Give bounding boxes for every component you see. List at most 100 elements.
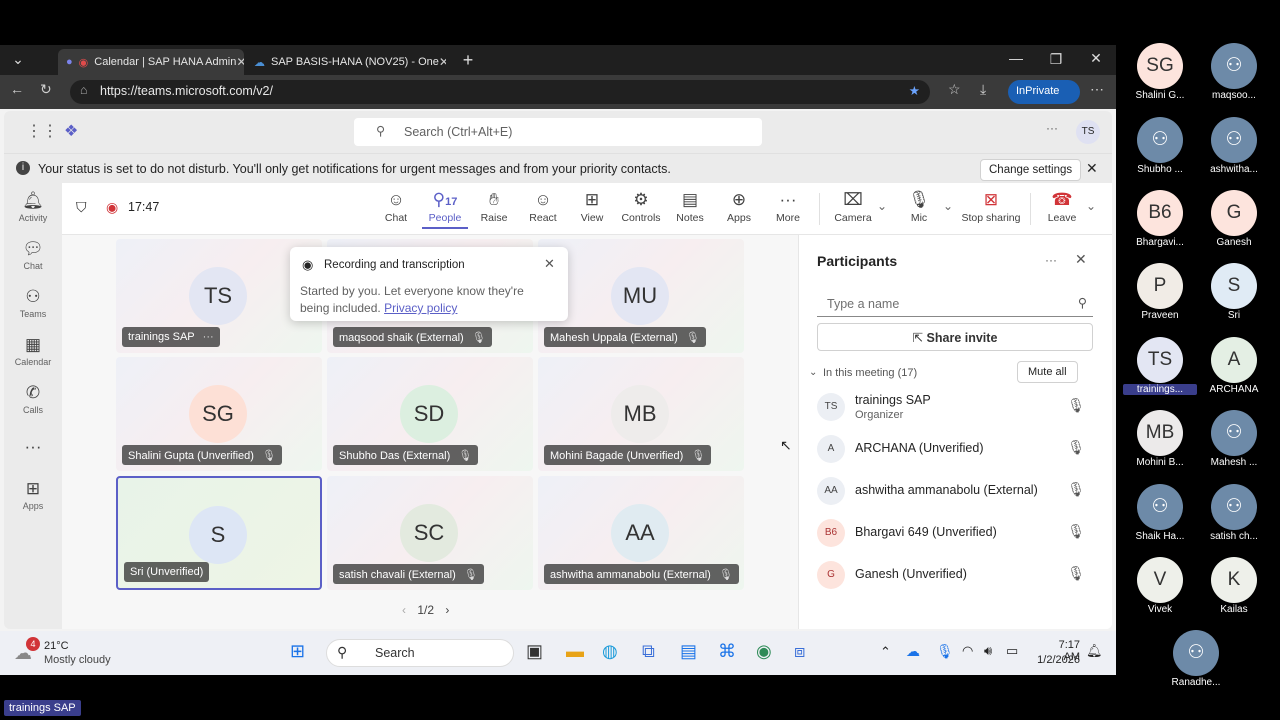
gallery-participant[interactable]: ⚇ Ranadhe... bbox=[1172, 630, 1220, 688]
close-tab-icon[interactable]: ✕ bbox=[236, 55, 244, 69]
stop-sharing-button[interactable]: ⊠ Stop sharing bbox=[960, 190, 1022, 224]
video-tile[interactable]: SG Shalini Gupta (Unverified) 🎙︎ bbox=[116, 357, 322, 471]
globe-app-icon[interactable]: ◉ bbox=[756, 641, 772, 662]
close-notice-icon[interactable]: ✕ bbox=[1086, 160, 1098, 177]
video-tile[interactable]: MB Mohini Bagade (Unverified) 🎙︎ bbox=[538, 357, 744, 471]
inprivate-badge[interactable]: InPrivate bbox=[1008, 80, 1080, 104]
tab-onenote[interactable]: ☁ SAP BASIS-HANA (NOV25) - One ✕ bbox=[246, 49, 446, 75]
taskbar-search[interactable]: ⚲ Search bbox=[326, 639, 514, 667]
video-tile[interactable]: SC satish chavali (External) 🎙︎ bbox=[327, 476, 533, 590]
onedrive-icon[interactable]: ☁ bbox=[906, 643, 920, 660]
clock-date[interactable]: 1/2/2026 bbox=[1034, 654, 1080, 666]
notes-button[interactable]: ▤ Notes bbox=[667, 190, 713, 224]
participant-row[interactable]: A ARCHANA (Unverified) 🎙︎ bbox=[817, 431, 1097, 467]
gallery-participant[interactable]: P Praveen bbox=[1137, 263, 1183, 321]
rail-apps[interactable]: ⊞ Apps bbox=[4, 479, 62, 511]
volume-icon[interactable]: 🔊︎ bbox=[984, 643, 992, 659]
participant-row[interactable]: AA ashwitha ammanabolu (External) 🎙︎ bbox=[817, 473, 1097, 509]
raise-hand-button[interactable]: ✋︎ Raise bbox=[471, 190, 517, 224]
close-panel-icon[interactable]: ✕ bbox=[1075, 251, 1087, 268]
gallery-participant[interactable]: V Vivek bbox=[1137, 557, 1183, 615]
back-icon[interactable]: ← bbox=[10, 81, 24, 97]
favorite-star-icon[interactable]: ★ bbox=[909, 83, 920, 98]
gallery-participant[interactable]: G Ganesh bbox=[1211, 190, 1257, 248]
mic-options-icon[interactable]: ⌄ bbox=[943, 199, 953, 213]
chat-button[interactable]: ☺ Chat bbox=[373, 190, 419, 224]
video-tile-active[interactable]: S Sri (Unverified) bbox=[116, 476, 322, 590]
gallery-participant[interactable]: B6 Bhargavi... bbox=[1136, 190, 1184, 248]
prev-page-icon[interactable]: ‹ bbox=[402, 603, 406, 617]
video-tile[interactable]: SD Shubho Das (External) 🎙︎ bbox=[327, 357, 533, 471]
gallery-participant[interactable]: ⚇ Mahesh ... bbox=[1211, 410, 1257, 468]
gallery-participant[interactable]: ⚇ Shaik Ha... bbox=[1136, 484, 1184, 542]
edge-icon[interactable]: ◍ bbox=[602, 641, 618, 662]
mic-tray-icon[interactable]: 🎙︎ bbox=[936, 643, 954, 660]
gallery-participant[interactable]: A ARCHANA bbox=[1210, 337, 1258, 395]
share-invite-button[interactable]: ⇱ Share invite bbox=[817, 323, 1093, 351]
gallery-participant[interactable]: ⚇ ashwitha... bbox=[1210, 117, 1258, 175]
favorites-icon[interactable]: ☆ bbox=[948, 81, 961, 98]
close-tab-icon[interactable]: ✕ bbox=[439, 55, 446, 69]
gallery-participant[interactable]: ⚇ satish ch... bbox=[1210, 484, 1258, 542]
change-settings-button[interactable]: Change settings bbox=[980, 159, 1082, 181]
app-launcher-icon[interactable]: ⋮⋮ bbox=[26, 121, 58, 141]
participant-search-input[interactable]: Type a name ⚲ bbox=[817, 289, 1093, 317]
task-view-icon[interactable]: ▣ bbox=[526, 641, 543, 662]
close-popup-icon[interactable]: ✕ bbox=[544, 256, 555, 272]
leave-button[interactable]: ☎ Leave bbox=[1039, 190, 1085, 224]
apps-button[interactable]: ⊕ Apps bbox=[716, 190, 762, 224]
collapse-icon[interactable]: ⌄ bbox=[809, 367, 817, 378]
leave-options-icon[interactable]: ⌄ bbox=[1086, 199, 1096, 213]
gallery-participant[interactable]: SG Shalini G... bbox=[1136, 43, 1184, 101]
network-tool-icon[interactable]: ⌘ bbox=[718, 641, 736, 662]
rail-teams[interactable]: ⚇ Teams bbox=[4, 287, 62, 319]
gallery-participant[interactable]: ⚇ Shubho ... bbox=[1137, 117, 1183, 175]
panel-more-icon[interactable]: ··· bbox=[1045, 253, 1057, 267]
view-button[interactable]: ⊞ View bbox=[569, 190, 615, 224]
rail-chat[interactable]: 💬︎ Chat bbox=[4, 239, 62, 271]
gallery-participant[interactable]: MB Mohini B... bbox=[1136, 410, 1184, 468]
more-button[interactable]: ··· More bbox=[765, 190, 811, 224]
mute-all-button[interactable]: Mute all bbox=[1017, 361, 1078, 383]
minimize-icon[interactable]: — bbox=[1006, 50, 1026, 66]
close-window-icon[interactable]: ✕ bbox=[1086, 50, 1106, 67]
participant-row[interactable]: B6 Bhargavi 649 (Unverified) 🎙︎ bbox=[817, 515, 1097, 551]
react-button[interactable]: ☺ React bbox=[520, 190, 566, 224]
tray-expand-icon[interactable]: ⌃ bbox=[880, 644, 891, 660]
next-page-icon[interactable]: › bbox=[445, 603, 449, 617]
refresh-icon[interactable]: ↻ bbox=[40, 81, 52, 98]
people-button[interactable]: ⚲17 People bbox=[422, 190, 468, 229]
downloads-icon[interactable]: ⤓ bbox=[980, 81, 986, 98]
gallery-participant[interactable]: K Kailas bbox=[1211, 557, 1257, 615]
start-icon[interactable]: ⊞ bbox=[290, 641, 305, 662]
notification-icon[interactable]: 🔔︎ bbox=[1086, 643, 1103, 659]
participant-row[interactable]: G Ganesh (Unverified) 🎙︎ bbox=[817, 557, 1097, 593]
battery-icon[interactable]: ▭ bbox=[1006, 643, 1018, 659]
rail-more[interactable]: ··· bbox=[4, 437, 62, 459]
video-tile[interactable]: MU Mahesh Uppala (External) 🎙︎ bbox=[538, 239, 744, 353]
gallery-participant-active[interactable]: TS trainings... bbox=[1123, 337, 1197, 395]
gallery-participant[interactable]: ⚇ maqsoo... bbox=[1211, 43, 1257, 101]
restore-icon[interactable]: ❐ bbox=[1046, 51, 1066, 68]
remote-desktop-icon[interactable]: ⧉ bbox=[642, 641, 655, 662]
gallery-participant[interactable]: S Sri bbox=[1211, 263, 1257, 321]
tab-actions-icon[interactable]: ⌄ bbox=[8, 51, 28, 68]
user-avatar[interactable]: TS bbox=[1076, 120, 1100, 144]
controls-button[interactable]: ⚙ Controls bbox=[618, 190, 664, 224]
new-tab-icon[interactable]: + bbox=[458, 50, 478, 71]
camera-button[interactable]: ⌧ Camera bbox=[830, 190, 876, 224]
camera-options-icon[interactable]: ⌄ bbox=[877, 199, 887, 213]
wifi-icon[interactable]: ◠ bbox=[962, 643, 973, 659]
tile-more-icon[interactable]: ··· bbox=[203, 331, 214, 343]
video-tile[interactable]: AA ashwitha ammanabolu (External) 🎙︎ bbox=[538, 476, 744, 590]
mic-button[interactable]: 🎙︎ Mic bbox=[896, 190, 942, 224]
tab-calendar[interactable]: ● ◉ Calendar | SAP HANA Admin ✕ bbox=[58, 49, 244, 75]
participant-row[interactable]: TS trainings SAP Organizer 🎙︎ bbox=[817, 389, 1097, 425]
file-explorer-icon[interactable]: ▬ bbox=[566, 641, 584, 662]
search-input[interactable]: ⚲ Search (Ctrl+Alt+E) bbox=[354, 118, 762, 146]
rail-calendar[interactable]: ▦ Calendar bbox=[4, 335, 62, 367]
privacy-policy-link[interactable]: Privacy policy bbox=[384, 301, 457, 315]
url-field[interactable]: ⌂ https://teams.microsoft.com/v2/ ★ bbox=[70, 80, 930, 104]
notepad-icon[interactable]: ▤ bbox=[680, 641, 697, 662]
browser-menu-icon[interactable]: ⋯ bbox=[1090, 81, 1104, 98]
